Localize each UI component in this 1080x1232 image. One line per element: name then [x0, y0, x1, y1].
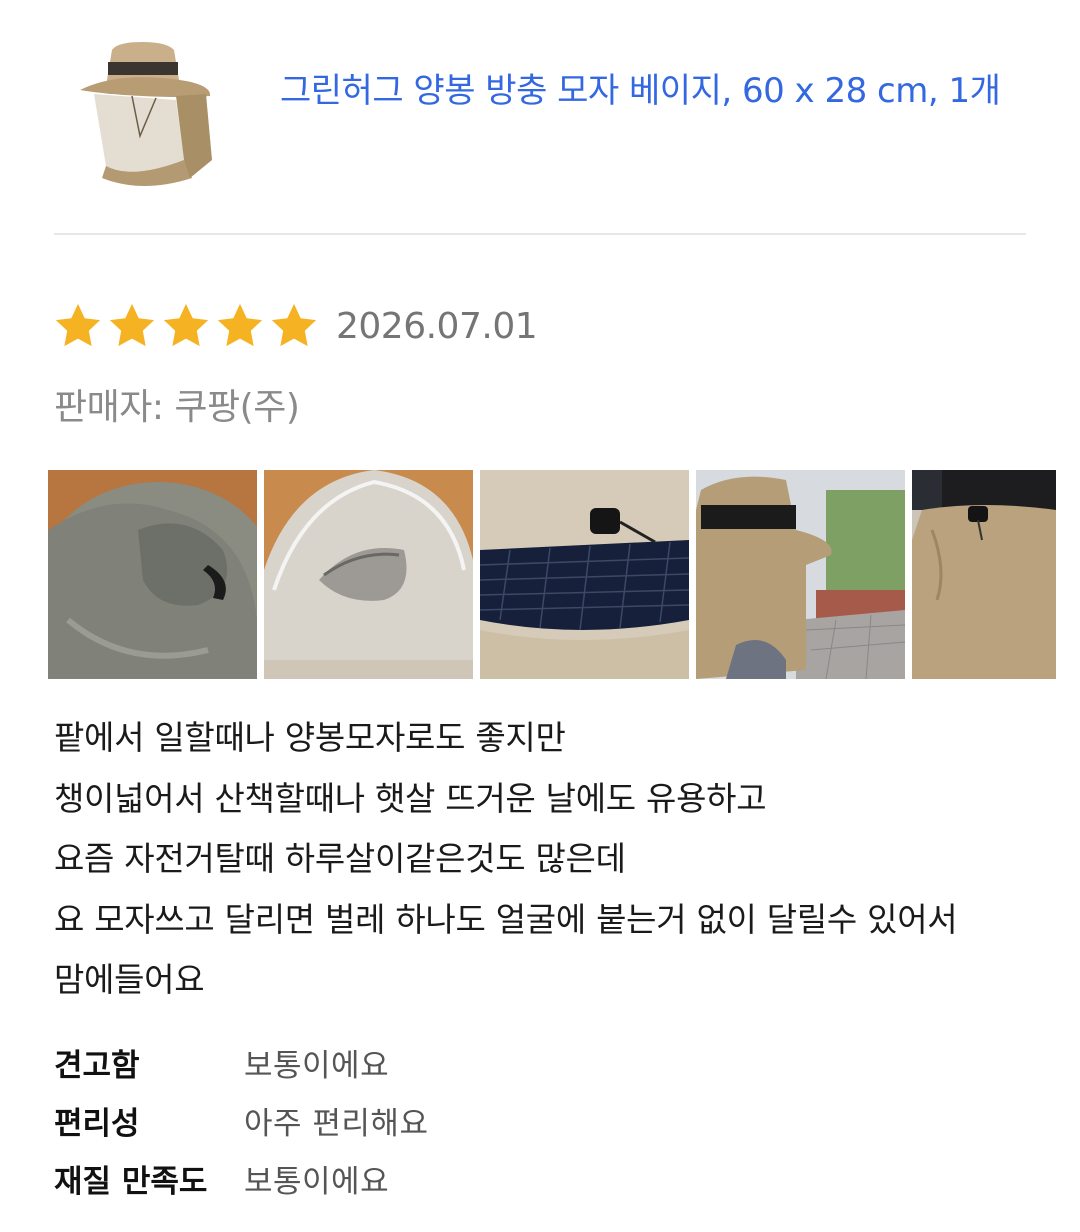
review-text-line: 팥에서 일할때나 양봉모자로도 좋지만	[54, 718, 566, 757]
survey-answer: 아주 편리해요	[244, 1106, 429, 1142]
review-photo-5[interactable]	[912, 470, 1056, 679]
product-title-link[interactable]: 그린허그 양봉 방충 모자 베이지, 60 x 28 cm, 1개	[280, 68, 1020, 114]
person-wearing-hat-photo-icon	[696, 470, 905, 679]
beekeeping-hat-icon	[80, 42, 212, 186]
product-thumbnail[interactable]	[72, 38, 218, 190]
review-text-line: 요즘 자전거탈때 하루살이같은것도 많은데	[54, 839, 626, 878]
star-icon	[217, 303, 263, 347]
review-text: 팥에서 일할때나 양봉모자로도 좋지만챙이넓어서 산책할때나 햇살 뜨거운 날에…	[54, 708, 1044, 1011]
review-date: 2026.07.01	[336, 306, 538, 347]
hat-brim-inside-photo-icon	[48, 470, 257, 679]
review-photo-2[interactable]	[264, 470, 473, 679]
review-text-line: 챙이넓어서 산책할때나 햇살 뜨거운 날에도 유용하고	[54, 778, 767, 818]
hat-neck-flap-photo-icon	[912, 470, 1056, 679]
seller-label: 판매자: 쿠팡(주)	[54, 387, 300, 428]
survey-answer: 보통이에요	[244, 1164, 390, 1200]
review-photo-3[interactable]	[480, 470, 689, 679]
review-card: 그린허그 양봉 방충 모자 베이지, 60 x 28 cm, 1개 2026.0…	[0, 0, 1080, 1232]
survey-question: 편리성	[54, 1106, 140, 1142]
review-photo-4[interactable]	[696, 470, 905, 679]
survey-answer: 보통이에요	[244, 1048, 390, 1084]
drawstring-toggle-mesh-photo-icon	[480, 470, 689, 679]
star-rating	[52, 300, 320, 352]
review-text-line: 맘에들어요	[54, 960, 205, 999]
divider	[54, 233, 1026, 235]
star-icon	[163, 303, 209, 347]
star-icon	[55, 303, 101, 347]
survey-question: 재질 만족도	[54, 1164, 208, 1200]
hat-net-close-up-photo-icon	[264, 470, 473, 679]
review-text-line: 요 모자쓰고 달리면 벌레 하나도 얼굴에 붙는거 없이 달릴수 있어서	[54, 899, 958, 939]
star-icon	[109, 303, 155, 347]
star-icon	[271, 303, 317, 347]
survey-question: 견고함	[54, 1048, 140, 1084]
review-photo-1[interactable]	[48, 470, 257, 679]
